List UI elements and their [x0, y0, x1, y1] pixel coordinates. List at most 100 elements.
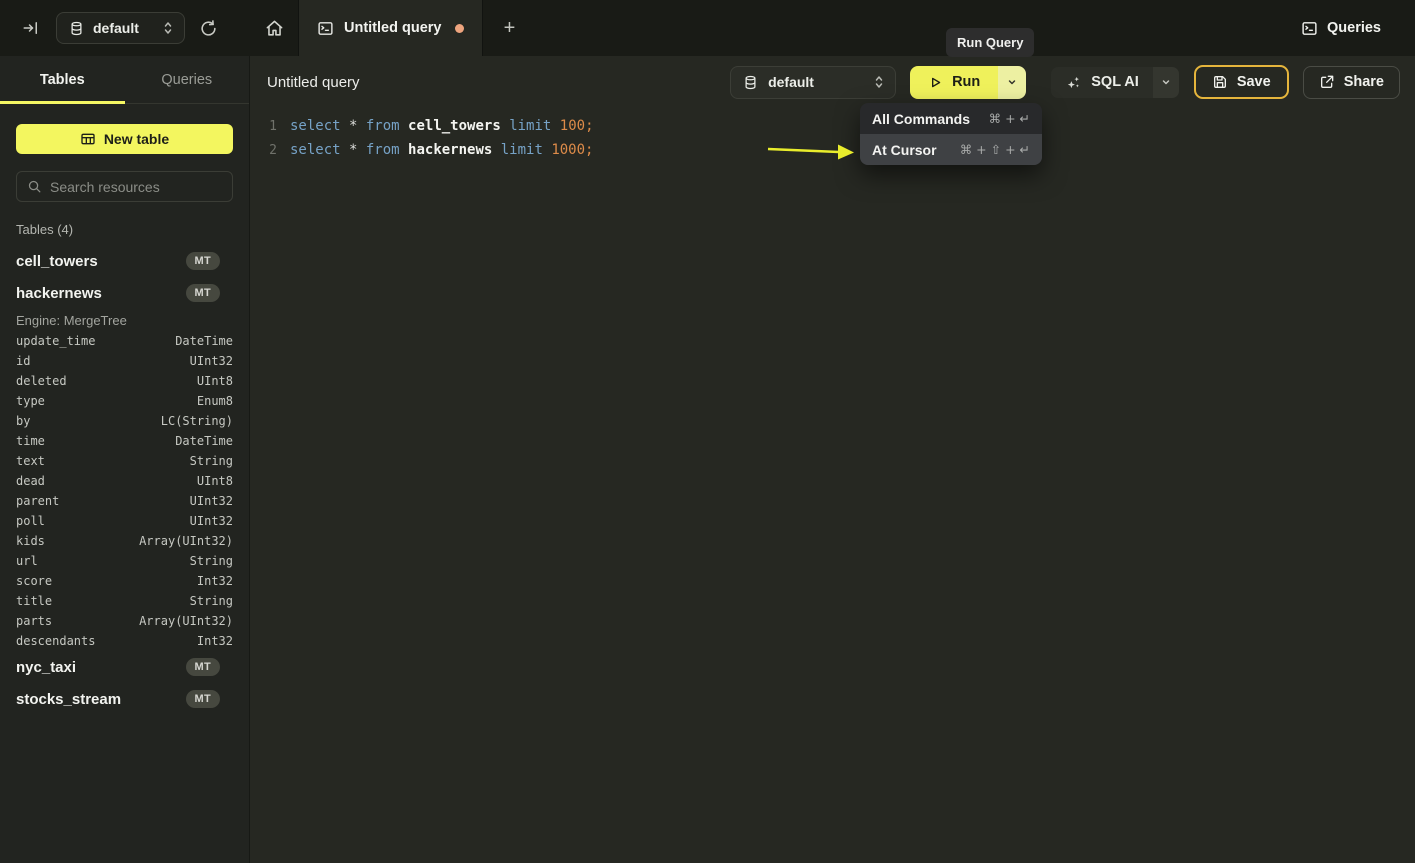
column-row-by: by LC(String)	[16, 411, 233, 431]
token-kw: from	[366, 142, 408, 158]
token-op: *	[349, 142, 366, 158]
column-row-id: idUInt32	[16, 351, 233, 371]
column-row-deleted: deletedUInt8	[16, 371, 233, 391]
chevron-down-icon	[1006, 76, 1018, 88]
column-name: kids	[16, 534, 45, 548]
column-row-url: url String	[16, 551, 233, 571]
save-button[interactable]: Save	[1194, 65, 1289, 99]
column-type: String	[190, 594, 233, 608]
run-query-tooltip: Run Query	[946, 28, 1034, 57]
code-text: select * from cell_towers limit 100;	[277, 118, 594, 134]
column-name: dead	[16, 474, 45, 488]
column-type: Enum8	[197, 394, 233, 408]
topbar-left: default	[0, 0, 250, 56]
column-name: score	[16, 574, 52, 588]
table-row-nyc-taxi[interactable]: nyc_taxiMT	[16, 651, 233, 683]
save-button-label: Save	[1237, 74, 1271, 90]
column-row-time: timeDateTime	[16, 431, 233, 451]
column-type: String	[190, 454, 233, 468]
engine-badge: MT	[186, 284, 220, 302]
column-name: url	[16, 554, 38, 568]
column-name: update_time	[16, 334, 95, 348]
main-panel: Untitled query default Run	[250, 56, 1415, 863]
token-op: *	[349, 118, 366, 134]
home-button[interactable]	[250, 0, 298, 56]
save-icon	[1212, 74, 1228, 90]
token-tbl: cell_towers	[408, 118, 509, 134]
query-toolbar: Untitled query default Run	[250, 56, 1415, 108]
column-name: deleted	[16, 374, 67, 388]
table-row-stocks-stream[interactable]: stocks_streamMT	[16, 683, 233, 715]
console-icon	[1301, 20, 1318, 37]
refresh-icon[interactable]	[199, 19, 218, 38]
unsaved-changes-dot	[455, 24, 464, 33]
run-button[interactable]: Run	[910, 66, 998, 99]
engine-badge: MT	[186, 690, 220, 708]
menu-item-shortcut: ⌘ + ↵	[989, 111, 1030, 126]
column-row-parent: parentUInt32	[16, 491, 233, 511]
column-row-title: title String	[16, 591, 233, 611]
queries-button[interactable]: Queries	[1301, 0, 1381, 56]
updown-chevron-icon	[162, 21, 174, 35]
tab-label: Untitled query	[344, 20, 441, 36]
menu-item-label: All Commands	[872, 111, 970, 127]
column-type: Array(UInt32)	[139, 614, 233, 628]
sql-ai-options-caret[interactable]	[1153, 67, 1179, 98]
column-row-dead: dead UInt8	[16, 471, 233, 491]
menu-item-at-cursor[interactable]: At Cursor ⌘ + ⇧ + ↵	[860, 134, 1042, 165]
menu-item-all-commands[interactable]: All Commands ⌘ + ↵	[860, 103, 1042, 134]
token-pun: ;	[585, 142, 593, 158]
token-num: 1000	[551, 142, 585, 158]
token-kw: from	[366, 118, 408, 134]
token-kw: limit	[509, 118, 560, 134]
column-name: text	[16, 454, 45, 468]
toolbar-database-selector[interactable]: default	[730, 66, 896, 99]
sidebar-content: New table Tables (4) cell_towersMThacker…	[0, 124, 249, 715]
tables-section-label: Tables (4)	[16, 222, 233, 237]
column-name: title	[16, 594, 52, 608]
column-name: parts	[16, 614, 52, 628]
code-line: 1select * from cell_towers limit 100;	[250, 114, 1415, 138]
token-kw: limit	[501, 142, 552, 158]
sidebar-tab-tables[interactable]: Tables	[0, 56, 125, 103]
column-type: LC(String)	[161, 414, 233, 428]
search-input[interactable]	[50, 179, 231, 195]
line-number: 1	[250, 119, 277, 134]
sidebar-tab-queries[interactable]: Queries	[125, 56, 250, 103]
new-tab-button[interactable]: +	[483, 0, 535, 56]
sql-ai-split-button: SQL AI	[1050, 66, 1180, 99]
sidebar-tabs: Tables Queries	[0, 56, 249, 104]
active-tab-underline	[0, 101, 125, 104]
table-row-cell-towers[interactable]: cell_towersMT	[16, 245, 233, 277]
chevron-down-icon	[1160, 76, 1172, 88]
menu-item-shortcut: ⌘ + ⇧ + ↵	[960, 142, 1030, 157]
tables-tree: cell_towersMThackernewsMTEngine: MergeTr…	[16, 245, 233, 715]
tabstrip: Untitled query +	[250, 0, 535, 56]
column-type: Array(UInt32)	[139, 534, 233, 548]
run-options-caret[interactable]	[998, 66, 1026, 99]
line-number: 2	[250, 143, 277, 158]
column-name: poll	[16, 514, 45, 528]
column-type: UInt8	[197, 474, 233, 488]
share-button[interactable]: Share	[1303, 66, 1400, 99]
column-type: String	[190, 554, 233, 568]
table-row-hackernews[interactable]: hackernewsMT	[16, 277, 233, 309]
token-tbl: hackernews	[408, 142, 501, 158]
topbar-database-selector[interactable]: default	[56, 12, 185, 44]
column-type: DateTime	[175, 334, 233, 348]
column-name: descendants	[16, 634, 95, 648]
new-table-button[interactable]: New table	[16, 124, 233, 154]
collapse-sidebar-icon[interactable]	[22, 19, 40, 37]
share-button-label: Share	[1344, 74, 1384, 90]
sql-ai-button[interactable]: SQL AI	[1051, 67, 1153, 98]
column-type: Int32	[197, 574, 233, 588]
column-name: by	[16, 414, 30, 428]
column-row-poll: pollUInt32	[16, 511, 233, 531]
column-row-type: typeEnum8	[16, 391, 233, 411]
column-row-parts: parts Array(UInt32)	[16, 611, 233, 631]
tab-untitled-query[interactable]: Untitled query	[298, 0, 483, 56]
menu-item-label: At Cursor	[872, 142, 937, 158]
column-row-text: text String	[16, 451, 233, 471]
sidebar: Tables Queries New table Tables (4) cell…	[0, 56, 250, 863]
share-icon	[1319, 74, 1335, 90]
